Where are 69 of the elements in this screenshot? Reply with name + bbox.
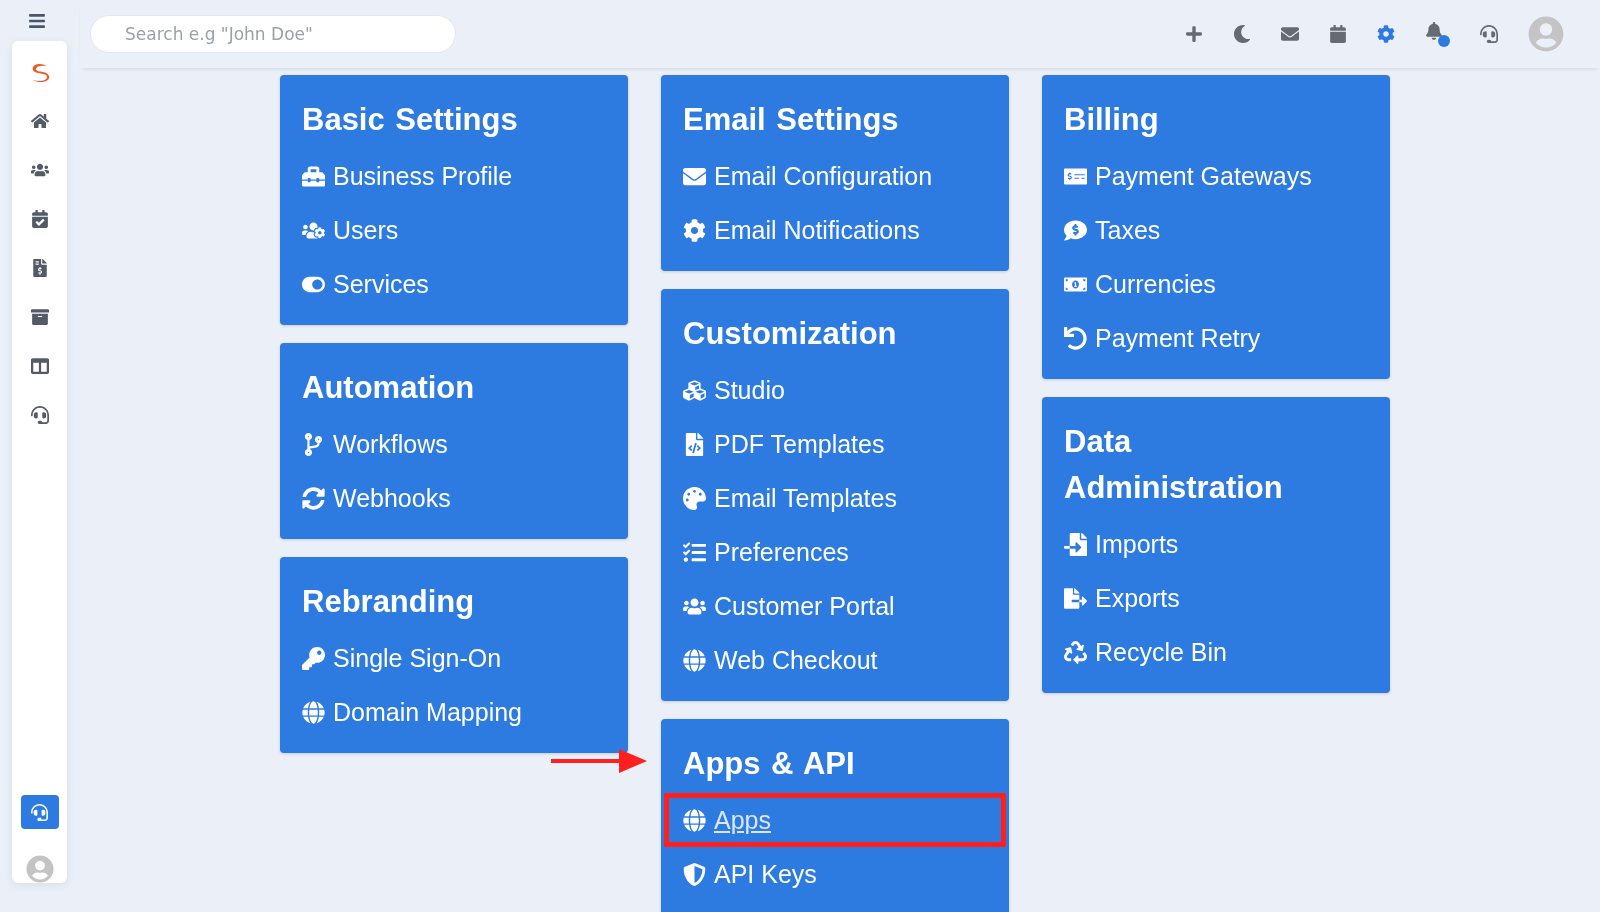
card-title: Rebranding — [301, 583, 476, 621]
card-title: Customization — [682, 315, 898, 353]
plus-icon[interactable] — [1185, 25, 1203, 43]
settings-link[interactable]: Exports — [1042, 571, 1390, 625]
settings-link[interactable]: Recycle Bin — [1042, 625, 1390, 679]
headset-icon[interactable] — [1480, 25, 1498, 43]
archive-icon[interactable] — [30, 308, 49, 326]
card-title: Basic Settings — [301, 101, 519, 139]
envelope-icon[interactable] — [1281, 25, 1299, 43]
settings-link[interactable]: Currencies — [1042, 257, 1390, 311]
notification-icon[interactable] — [1425, 21, 1450, 47]
home-icon[interactable] — [30, 112, 49, 130]
moon-icon[interactable] — [1233, 25, 1251, 43]
settings-link[interactable]: Email Configuration — [661, 149, 1009, 203]
globe-icon — [683, 648, 706, 672]
card-title: Automation — [301, 369, 476, 407]
settings-link[interactable]: Workflows — [280, 417, 628, 471]
globe-icon — [683, 808, 706, 832]
gear-icon — [683, 218, 706, 242]
settings-link[interactable]: Imports — [1042, 517, 1390, 571]
search-field[interactable]: Search e.g "John Doe" — [90, 15, 456, 53]
settings-link[interactable]: Customer Portal — [661, 579, 1009, 633]
columns-icon[interactable] — [30, 357, 49, 375]
undo-icon — [1064, 326, 1087, 350]
palette-icon — [683, 486, 706, 510]
recycle-icon — [1064, 640, 1087, 664]
settings-link[interactable]: Single Sign-On — [280, 631, 628, 685]
headset-icon — [31, 803, 48, 821]
sync-icon — [302, 486, 325, 510]
settings-link[interactable]: Web Checkout — [661, 633, 1009, 687]
card-title: Data Administration — [1063, 423, 1284, 507]
globe-icon — [302, 700, 325, 724]
file-import-icon — [1064, 532, 1087, 556]
card-title: Apps & API — [682, 745, 856, 783]
settings-link[interactable]: Apps — [664, 793, 1006, 847]
settings-link[interactable]: Email Notifications — [661, 203, 1009, 257]
settings-link[interactable]: Email Templates — [661, 471, 1009, 525]
card-title: Billing — [1063, 101, 1160, 139]
headset-icon[interactable] — [30, 406, 49, 424]
settings-link[interactable]: Studio — [661, 363, 1009, 417]
notification-dot — [1438, 34, 1450, 47]
card-title: Email Settings — [682, 101, 900, 139]
file-export-icon — [1064, 586, 1087, 610]
settings-link[interactable]: API Keys — [661, 847, 1009, 901]
calendar-check-icon[interactable] — [30, 210, 49, 228]
settings-link[interactable]: Webhooks — [280, 471, 628, 525]
toolbox-icon — [302, 164, 325, 188]
settings-link[interactable]: PDF Templates — [661, 417, 1009, 471]
settings-link[interactable]: Preferences — [661, 525, 1009, 579]
settings-icon[interactable] — [1377, 25, 1395, 43]
settings-link[interactable]: Taxes — [1042, 203, 1390, 257]
cubes-icon — [683, 378, 706, 402]
dollar-bubble-icon — [1064, 218, 1087, 242]
shield-icon — [683, 862, 706, 886]
key-icon — [302, 646, 325, 670]
file-code-icon — [683, 432, 706, 456]
menu-icon[interactable] — [28, 12, 46, 30]
invoice-icon[interactable] — [30, 259, 49, 277]
support-button[interactable] — [20, 795, 59, 829]
branch-icon — [302, 432, 325, 456]
settings-link[interactable]: Services — [280, 257, 628, 311]
settings-link[interactable]: Payment Gateways — [1042, 149, 1390, 203]
settings-link[interactable]: Users — [280, 203, 628, 257]
settings-link[interactable]: Domain Mapping — [280, 685, 628, 739]
calendar-icon[interactable] — [1329, 25, 1347, 43]
checklist-icon — [683, 540, 706, 564]
users-icon[interactable] — [30, 161, 49, 179]
settings-link[interactable]: Payment Retry — [1042, 311, 1390, 365]
settings-link[interactable]: Business Profile — [280, 149, 628, 203]
